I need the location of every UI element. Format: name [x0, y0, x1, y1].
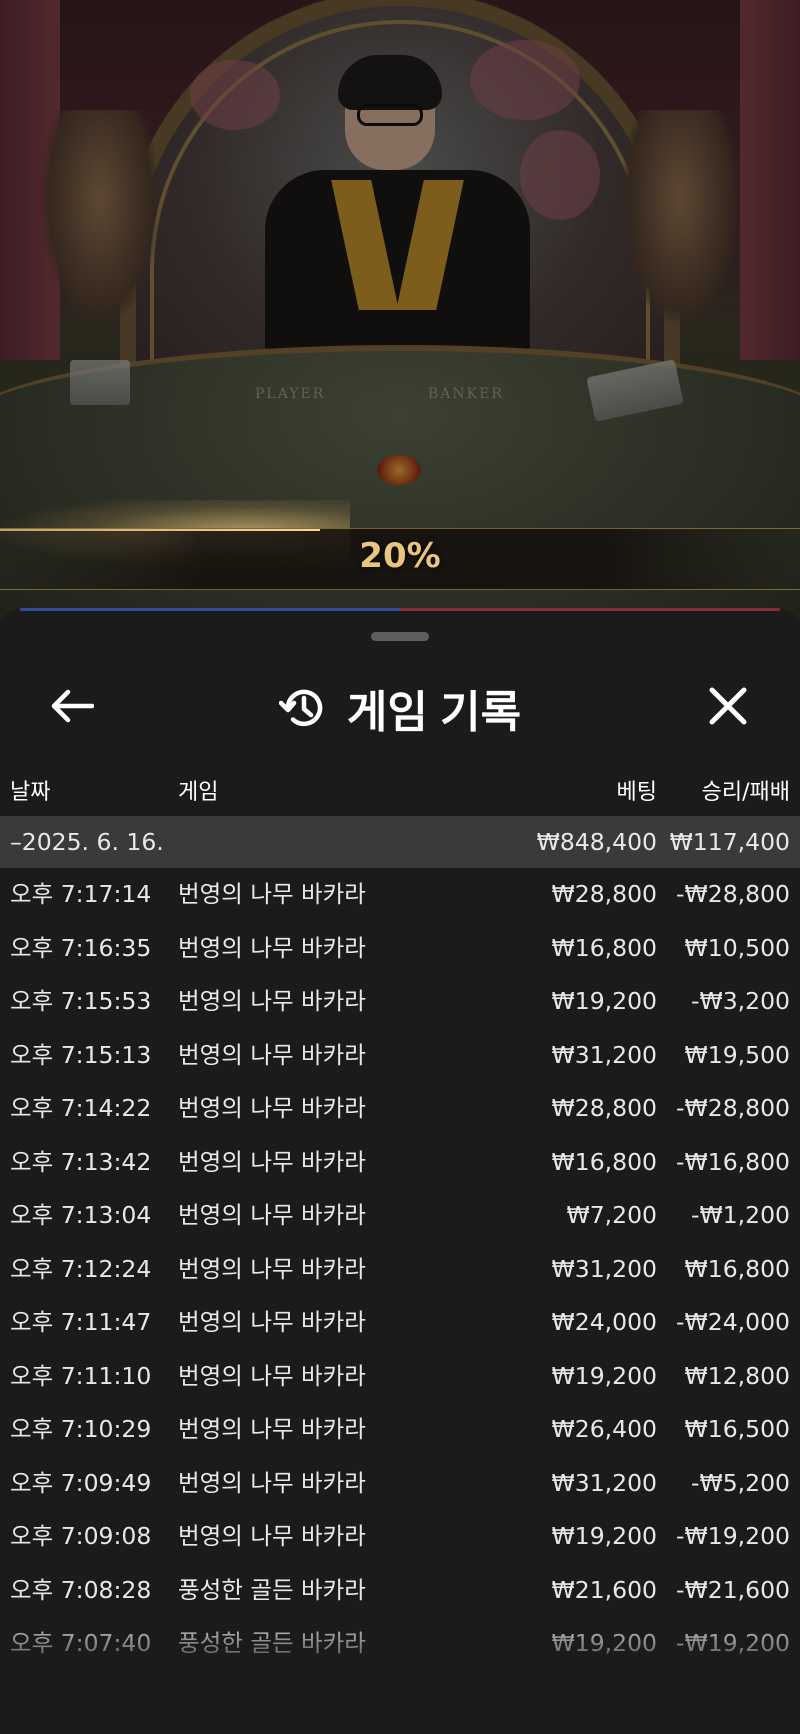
history-row[interactable]: 오후 7:13:04 번영의 나무 바카라 ₩7,200 -₩1,200 — [0, 1189, 800, 1243]
drag-handle[interactable] — [371, 632, 429, 641]
row-winloss-amount: -₩28,800 — [676, 1094, 790, 1122]
column-header-game: 게임 — [178, 780, 219, 805]
row-time: 오후 7:17:14 — [10, 880, 152, 908]
close-icon — [709, 687, 747, 725]
date-group-total-winloss: ₩117,400 — [669, 828, 790, 856]
row-bet-amount: ₩19,200 — [551, 1522, 657, 1550]
row-time: 오후 7:14:22 — [10, 1094, 152, 1122]
history-row[interactable]: 오후 7:09:08 번영의 나무 바카라 ₩19,200 -₩19,200 — [0, 1510, 800, 1564]
row-game-name: 번영의 나무 바카라 — [178, 1415, 366, 1443]
row-time: 오후 7:13:04 — [10, 1201, 152, 1229]
row-bet-amount: ₩26,400 — [551, 1415, 657, 1443]
date-group-label: –2025. 6. 16. — [10, 828, 164, 856]
date-group-row[interactable]: –2025. 6. 16. ₩848,400 ₩117,400 — [0, 816, 800, 868]
history-row[interactable]: 오후 7:13:42 번영의 나무 바카라 ₩16,800 -₩16,800 — [0, 1136, 800, 1190]
live-video: PLAYER BANKER — [0, 0, 800, 620]
close-button[interactable] — [700, 678, 756, 734]
row-time: 오후 7:13:42 — [10, 1147, 152, 1176]
row-bet-amount: ₩31,200 — [551, 1040, 657, 1069]
row-time: 오후 7:09:08 — [10, 1522, 152, 1550]
row-bet-amount: ₩31,200 — [551, 1468, 657, 1497]
history-row[interactable]: 오후 7:14:22 번영의 나무 바카라 ₩28,800 -₩28,800 — [0, 1082, 800, 1136]
row-time: 오후 7:11:47 — [10, 1308, 152, 1336]
history-row[interactable]: 오후 7:11:47 번영의 나무 바카라 ₩24,000 -₩24,000 — [0, 1296, 800, 1350]
history-row[interactable]: 오후 7:15:53 번영의 나무 바카라 ₩19,200 -₩3,200 — [0, 975, 800, 1029]
row-game-name: 번영의 나무 바카라 — [178, 1468, 366, 1497]
row-bet-amount: ₩19,200 — [551, 987, 657, 1015]
column-header-bet: 베팅 — [616, 780, 657, 805]
column-header-winloss: 승리/패배 — [701, 780, 790, 805]
player-color-edge — [20, 608, 400, 611]
list-fade-overlay — [0, 1608, 800, 1734]
row-bet-amount: ₩16,800 — [551, 933, 657, 962]
history-row[interactable]: 오후 7:12:24 번영의 나무 바카라 ₩31,200 ₩16,800 — [0, 1243, 800, 1297]
row-time: 오후 7:16:35 — [10, 933, 152, 962]
history-clock-icon — [278, 689, 323, 727]
progress-percentage: 20% — [359, 536, 441, 576]
row-game-name: 번영의 나무 바카라 — [178, 1254, 366, 1283]
row-game-name: 번영의 나무 바카라 — [178, 1361, 366, 1390]
date-group-total-bet: ₩848,400 — [536, 828, 657, 856]
row-game-name: 번영의 나무 바카라 — [178, 1040, 366, 1069]
history-list: –2025. 6. 16. ₩848,400 ₩117,400 오후 7:17:… — [0, 816, 800, 1671]
row-winloss-amount: -₩3,200 — [691, 987, 790, 1015]
row-bet-amount: ₩24,000 — [551, 1308, 657, 1336]
row-winloss-amount: -₩16,800 — [676, 1147, 790, 1176]
row-bet-amount: ₩31,200 — [551, 1254, 657, 1283]
row-winloss-amount: ₩16,500 — [684, 1415, 790, 1443]
row-bet-amount: ₩28,800 — [551, 880, 657, 908]
row-game-name: 번영의 나무 바카라 — [178, 1308, 366, 1336]
row-bet-amount: ₩28,800 — [551, 1094, 657, 1122]
sheet-header: 게임 기록 — [0, 648, 800, 758]
row-bet-amount: ₩7,200 — [566, 1201, 657, 1229]
row-winloss-amount: -₩5,200 — [691, 1468, 790, 1497]
row-bet-amount: ₩19,200 — [551, 1361, 657, 1390]
history-row[interactable]: 오후 7:15:13 번영의 나무 바카라 ₩31,200 ₩19,500 — [0, 1029, 800, 1083]
row-time: 오후 7:09:49 — [10, 1468, 152, 1497]
row-time: 오후 7:11:10 — [10, 1361, 152, 1390]
row-winloss-amount: ₩19,500 — [684, 1040, 790, 1069]
row-game-name: 번영의 나무 바카라 — [178, 1201, 366, 1229]
history-row[interactable]: 오후 7:17:14 번영의 나무 바카라 ₩28,800 -₩28,800 — [0, 868, 800, 922]
row-winloss-amount: -₩1,200 — [691, 1201, 790, 1229]
row-bet-amount: ₩16,800 — [551, 1147, 657, 1176]
row-game-name: 번영의 나무 바카라 — [178, 1094, 366, 1122]
row-winloss-amount: -₩24,000 — [676, 1308, 790, 1336]
row-time: 오후 7:15:13 — [10, 1040, 152, 1069]
column-header-date: 날짜 — [10, 780, 51, 805]
game-history-sheet: 게임 기록 날짜 게임 베팅 승리/패배 –2025. 6. 16. ₩848,… — [0, 608, 800, 1734]
progress-fill — [0, 529, 320, 531]
row-game-name: 번영의 나무 바카라 — [178, 1522, 366, 1550]
history-row[interactable]: 오후 7:16:35 번영의 나무 바카라 ₩16,800 ₩10,500 — [0, 922, 800, 976]
history-row[interactable]: 오후 7:10:29 번영의 나무 바카라 ₩26,400 ₩16,500 — [0, 1403, 800, 1457]
title-group: 게임 기록 — [0, 676, 800, 740]
sheet-title: 게임 기록 — [346, 688, 522, 737]
row-winloss-amount: ₩12,800 — [684, 1361, 790, 1390]
row-time: 오후 7:12:24 — [10, 1254, 152, 1283]
row-time: 오후 7:10:29 — [10, 1415, 152, 1443]
history-row[interactable]: 오후 7:09:49 번영의 나무 바카라 ₩31,200 -₩5,200 — [0, 1457, 800, 1511]
row-winloss-amount: ₩10,500 — [684, 933, 790, 962]
row-winloss-amount: -₩28,800 — [676, 880, 790, 908]
history-row[interactable]: 오후 7:11:10 번영의 나무 바카라 ₩19,200 ₩12,800 — [0, 1350, 800, 1404]
row-game-name: 번영의 나무 바카라 — [178, 1147, 366, 1176]
row-game-name: 번영의 나무 바카라 — [178, 880, 366, 908]
row-winloss-amount: -₩19,200 — [676, 1522, 790, 1550]
row-time: 오후 7:15:53 — [10, 987, 152, 1015]
row-winloss-amount: ₩16,800 — [684, 1254, 790, 1283]
row-game-name: 번영의 나무 바카라 — [178, 933, 366, 962]
row-game-name: 번영의 나무 바카라 — [178, 987, 366, 1015]
banker-color-edge — [400, 608, 780, 611]
